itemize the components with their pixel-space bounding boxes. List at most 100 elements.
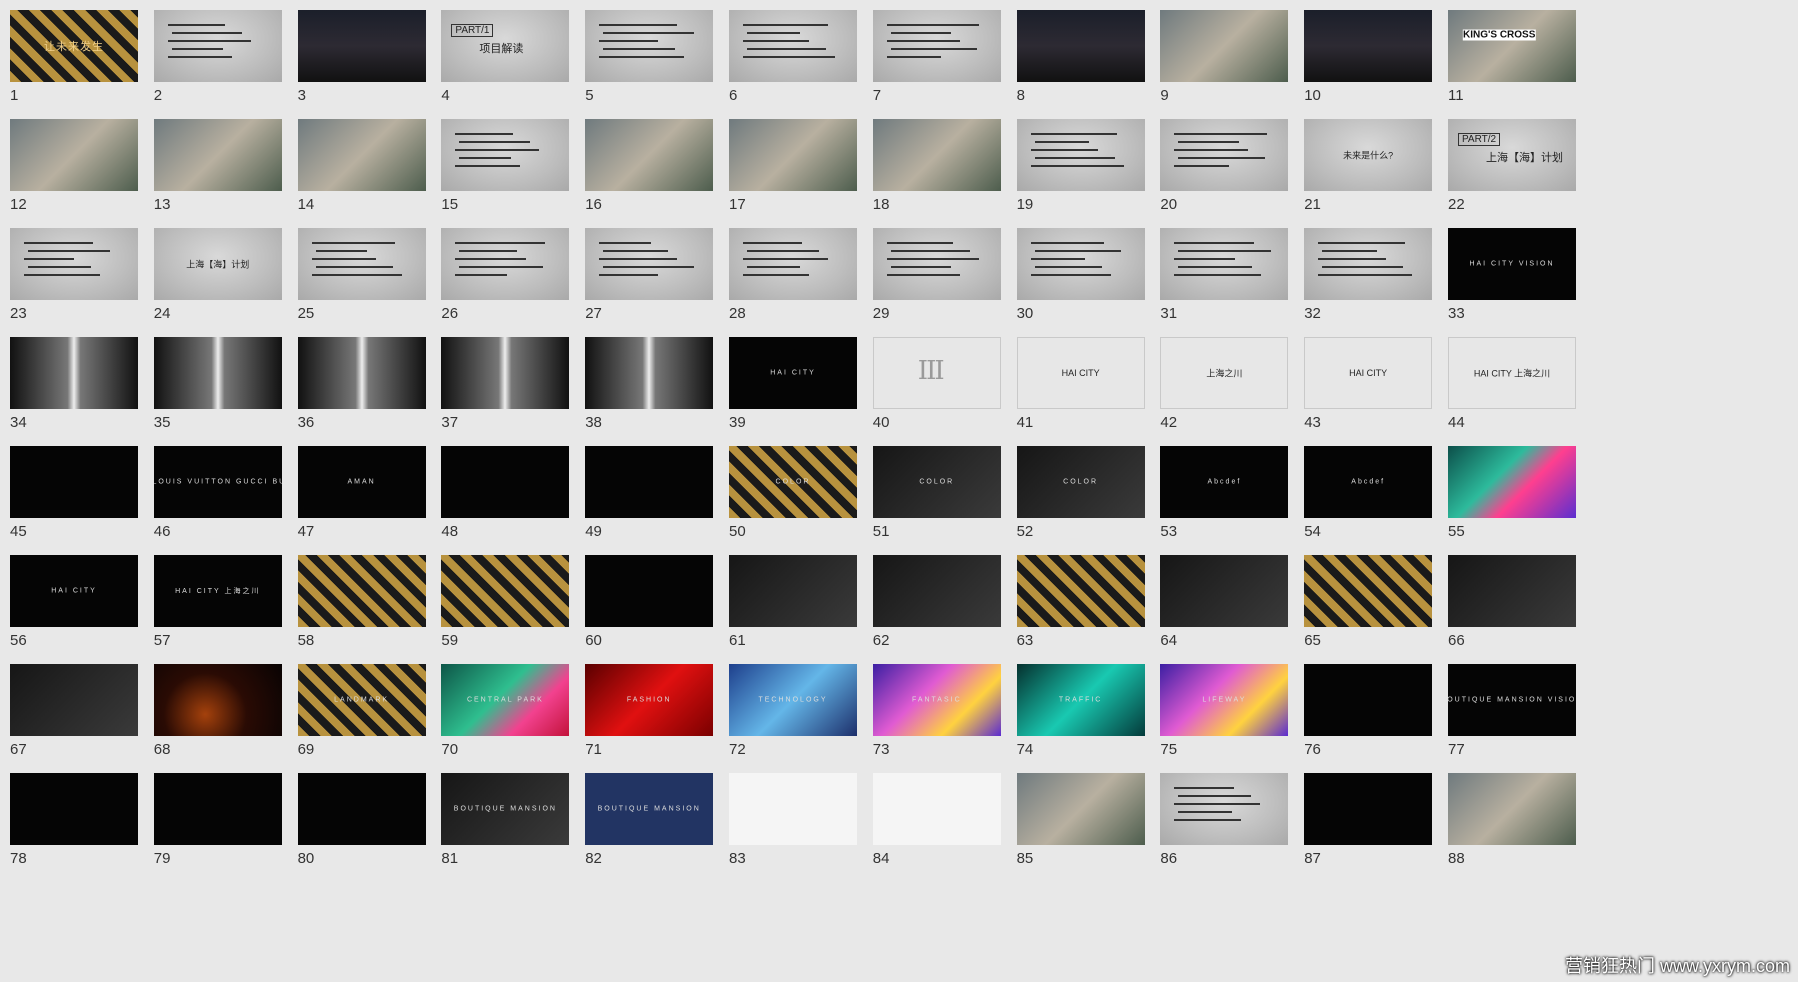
- slide-preview[interactable]: [10, 228, 138, 300]
- slide-preview[interactable]: [1304, 10, 1433, 82]
- slide-thumbnail[interactable]: 15: [431, 109, 570, 218]
- slide-preview[interactable]: [729, 228, 857, 300]
- slide-preview[interactable]: [872, 555, 1001, 627]
- slide-thumbnail[interactable]: LANDMARK 69: [288, 654, 426, 763]
- slide-preview[interactable]: LANDMARK: [297, 664, 426, 736]
- slide-preview[interactable]: [297, 773, 426, 845]
- slide-preview[interactable]: [297, 119, 426, 191]
- slide-thumbnail[interactable]: 14: [288, 109, 426, 218]
- slide-thumbnail[interactable]: 87: [1294, 763, 1433, 872]
- slide-preview[interactable]: TRAFFIC: [1016, 664, 1145, 736]
- slide-thumbnail[interactable]: 84: [863, 763, 1001, 872]
- slide-thumbnail[interactable]: 83: [719, 763, 857, 872]
- slide-thumbnail[interactable]: 34: [0, 327, 138, 436]
- slide-thumbnail[interactable]: HAI CITY VISION 33: [1438, 218, 1576, 327]
- slide-thumbnail[interactable]: 67: [0, 654, 138, 763]
- slide-thumbnail[interactable]: 31: [1150, 218, 1289, 327]
- slide-thumbnail[interactable]: Abcdef 54: [1294, 436, 1433, 545]
- slide-preview[interactable]: [1160, 228, 1289, 300]
- slide-thumbnail[interactable]: 26: [431, 218, 570, 327]
- slide-preview[interactable]: PART/1 项目解读: [441, 10, 570, 82]
- slide-thumbnail[interactable]: 48: [431, 436, 570, 545]
- slide-thumbnail[interactable]: 28: [719, 218, 857, 327]
- slide-preview[interactable]: [441, 446, 570, 518]
- slide-thumbnail[interactable]: 86: [1150, 763, 1289, 872]
- slide-preview[interactable]: PART/2 上海【海】计划: [1448, 119, 1576, 191]
- slide-thumbnail[interactable]: 32: [1294, 218, 1433, 327]
- slide-preview[interactable]: [1304, 228, 1433, 300]
- slide-preview[interactable]: COLOR: [872, 446, 1001, 518]
- slide-preview[interactable]: [1160, 10, 1289, 82]
- slide-thumbnail[interactable]: 23: [0, 218, 138, 327]
- slide-preview[interactable]: [441, 555, 570, 627]
- slide-thumbnail[interactable]: 9: [1150, 0, 1289, 109]
- slide-preview[interactable]: [10, 446, 138, 518]
- slide-thumbnail[interactable]: III 40: [863, 327, 1001, 436]
- slide-preview[interactable]: CHANEL LOUIS VUITTON GUCCI BURBERRY: [153, 446, 282, 518]
- slide-preview[interactable]: [441, 119, 570, 191]
- slide-preview[interactable]: FANTASIC: [872, 664, 1001, 736]
- slide-preview[interactable]: 上海之川: [1160, 337, 1289, 409]
- slide-thumbnail[interactable]: FANTASIC 73: [863, 654, 1001, 763]
- slide-preview[interactable]: HAI CITY: [10, 555, 138, 627]
- slide-preview[interactable]: [585, 446, 714, 518]
- slide-preview[interactable]: [872, 228, 1001, 300]
- slide-thumbnail[interactable]: COLOR 51: [863, 436, 1001, 545]
- slide-thumbnail[interactable]: 76: [1294, 654, 1433, 763]
- slide-thumbnail[interactable]: 5: [575, 0, 714, 109]
- slide-preview[interactable]: FASHION: [585, 664, 714, 736]
- slide-thumbnail[interactable]: 63: [1007, 545, 1145, 654]
- slide-thumbnail[interactable]: 12: [0, 109, 138, 218]
- slide-thumbnail[interactable]: 37: [431, 327, 570, 436]
- slide-thumbnail[interactable]: COLOR 50: [719, 436, 857, 545]
- slide-thumbnail[interactable]: TECHNOLOGY 72: [719, 654, 857, 763]
- slide-preview[interactable]: [585, 10, 714, 82]
- slide-preview[interactable]: [729, 119, 857, 191]
- slide-thumbnail[interactable]: BOUTIQUE MANSION 81: [431, 763, 570, 872]
- slide-thumbnail[interactable]: LIFEWAY 75: [1150, 654, 1289, 763]
- slide-thumbnail[interactable]: 59: [431, 545, 570, 654]
- slide-preview[interactable]: HAI CITY 上海之川: [153, 555, 282, 627]
- slide-preview[interactable]: [10, 337, 138, 409]
- slide-preview[interactable]: [153, 337, 282, 409]
- slide-thumbnail[interactable]: 27: [575, 218, 714, 327]
- slide-preview[interactable]: [1448, 773, 1576, 845]
- slide-preview[interactable]: TECHNOLOGY: [729, 664, 857, 736]
- slide-thumbnail[interactable]: 88: [1438, 763, 1576, 872]
- slide-thumbnail[interactable]: 25: [288, 218, 426, 327]
- slide-thumbnail[interactable]: HAI CITY 39: [719, 327, 857, 436]
- slide-thumbnail[interactable]: 58: [288, 545, 426, 654]
- slide-thumbnail[interactable]: HAI CITY 上海之川 44: [1438, 327, 1576, 436]
- slide-thumbnail[interactable]: HAI CITY 41: [1007, 327, 1145, 436]
- slide-preview[interactable]: HAI CITY: [729, 337, 857, 409]
- slide-preview[interactable]: [1016, 773, 1145, 845]
- slide-thumbnail[interactable]: 18: [863, 109, 1001, 218]
- slide-thumbnail[interactable]: HAI CITY 56: [0, 545, 138, 654]
- slide-preview[interactable]: [872, 10, 1001, 82]
- slide-thumbnail[interactable]: 2: [144, 0, 282, 109]
- slide-preview[interactable]: [1160, 773, 1289, 845]
- slide-preview[interactable]: [297, 10, 426, 82]
- slide-preview[interactable]: [441, 337, 570, 409]
- slide-thumbnail[interactable]: HAI CITY 43: [1294, 327, 1433, 436]
- slide-thumbnail[interactable]: 78: [0, 763, 138, 872]
- slide-preview[interactable]: [1160, 119, 1289, 191]
- slide-preview[interactable]: [872, 119, 1001, 191]
- slide-preview[interactable]: [872, 773, 1001, 845]
- slide-preview[interactable]: Abcdef: [1304, 446, 1433, 518]
- slide-thumbnail[interactable]: 66: [1438, 545, 1576, 654]
- slide-thumbnail[interactable]: 65: [1294, 545, 1433, 654]
- slide-preview[interactable]: [10, 664, 138, 736]
- slide-preview[interactable]: [585, 228, 714, 300]
- slide-thumbnail[interactable]: 10: [1294, 0, 1433, 109]
- slide-preview[interactable]: [297, 555, 426, 627]
- slide-thumbnail[interactable]: 3: [288, 0, 426, 109]
- slide-preview[interactable]: III: [872, 337, 1001, 409]
- slide-thumbnail[interactable]: 36: [288, 327, 426, 436]
- slide-thumbnail[interactable]: 85: [1007, 763, 1145, 872]
- slide-preview[interactable]: [153, 664, 282, 736]
- slide-thumbnail[interactable]: 20: [1150, 109, 1289, 218]
- slide-thumbnail[interactable]: 80: [288, 763, 426, 872]
- slide-preview[interactable]: [297, 228, 426, 300]
- slide-thumbnail[interactable]: CENTRAL PARK 70: [431, 654, 570, 763]
